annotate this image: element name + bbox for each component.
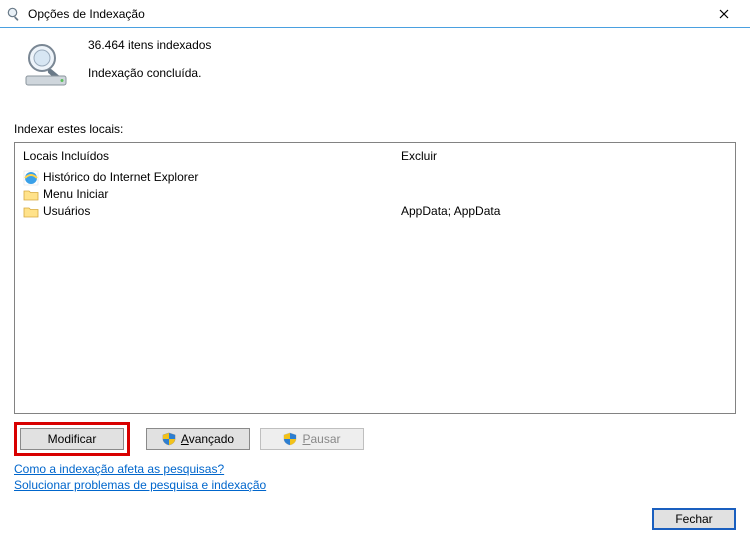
close-dialog-button[interactable]: Fechar bbox=[652, 508, 736, 530]
indexing-state: Indexação concluída. bbox=[88, 66, 211, 80]
exclude-value bbox=[401, 186, 727, 203]
list-item[interactable]: Histórico do Internet Explorer bbox=[23, 169, 385, 186]
list-item-label: Histórico do Internet Explorer bbox=[43, 169, 198, 186]
window-title: Opções de Indexação bbox=[28, 7, 704, 21]
status-row: 36.464 itens indexados Indexação concluí… bbox=[14, 36, 736, 94]
included-header: Locais Incluídos bbox=[23, 149, 385, 163]
buttons-row: Modificar Avançado bbox=[14, 422, 736, 456]
locations-panel: Locais Incluídos Histórico do Internet E… bbox=[14, 142, 736, 414]
modify-button[interactable]: Modificar bbox=[20, 428, 124, 450]
pause-button: Pausar bbox=[260, 428, 364, 450]
magnifier-icon bbox=[6, 6, 22, 22]
list-item-label: Usuários bbox=[43, 203, 90, 220]
included-column: Locais Incluídos Histórico do Internet E… bbox=[15, 143, 393, 413]
list-item-label: Menu Iniciar bbox=[43, 186, 108, 203]
link-how-indexing-affects[interactable]: Como a indexação afeta as pesquisas? bbox=[14, 462, 224, 476]
client-area: 36.464 itens indexados Indexação concluí… bbox=[0, 28, 750, 504]
advanced-button[interactable]: Avançado bbox=[146, 428, 250, 450]
list-item[interactable]: Usuários bbox=[23, 203, 385, 220]
folder-icon bbox=[23, 187, 39, 203]
pause-label: Pausar bbox=[302, 432, 340, 446]
titlebar: Opções de Indexação bbox=[0, 0, 750, 28]
excluded-column: Excluir AppData; AppData bbox=[393, 143, 735, 413]
status-text: 36.464 itens indexados Indexação concluí… bbox=[88, 36, 211, 94]
highlight-annotation: Modificar bbox=[14, 422, 130, 456]
exclude-value: AppData; AppData bbox=[401, 203, 727, 220]
shield-icon bbox=[162, 432, 176, 446]
magnifier-drive-icon bbox=[22, 40, 70, 88]
footer: Fechar bbox=[652, 508, 736, 530]
shield-icon bbox=[283, 432, 297, 446]
advanced-label: Avançado bbox=[181, 432, 234, 446]
close-button[interactable] bbox=[704, 0, 744, 27]
exclude-value bbox=[401, 169, 727, 186]
excluded-header: Excluir bbox=[401, 149, 727, 163]
folder-icon bbox=[23, 204, 39, 220]
ie-icon bbox=[23, 170, 39, 186]
index-locations-label: Indexar estes locais: bbox=[14, 122, 736, 136]
help-links: Como a indexação afeta as pesquisas? Sol… bbox=[14, 462, 736, 494]
indexed-count: 36.464 itens indexados bbox=[88, 38, 211, 52]
list-item[interactable]: Menu Iniciar bbox=[23, 186, 385, 203]
link-troubleshoot-search[interactable]: Solucionar problemas de pesquisa e index… bbox=[14, 478, 266, 492]
